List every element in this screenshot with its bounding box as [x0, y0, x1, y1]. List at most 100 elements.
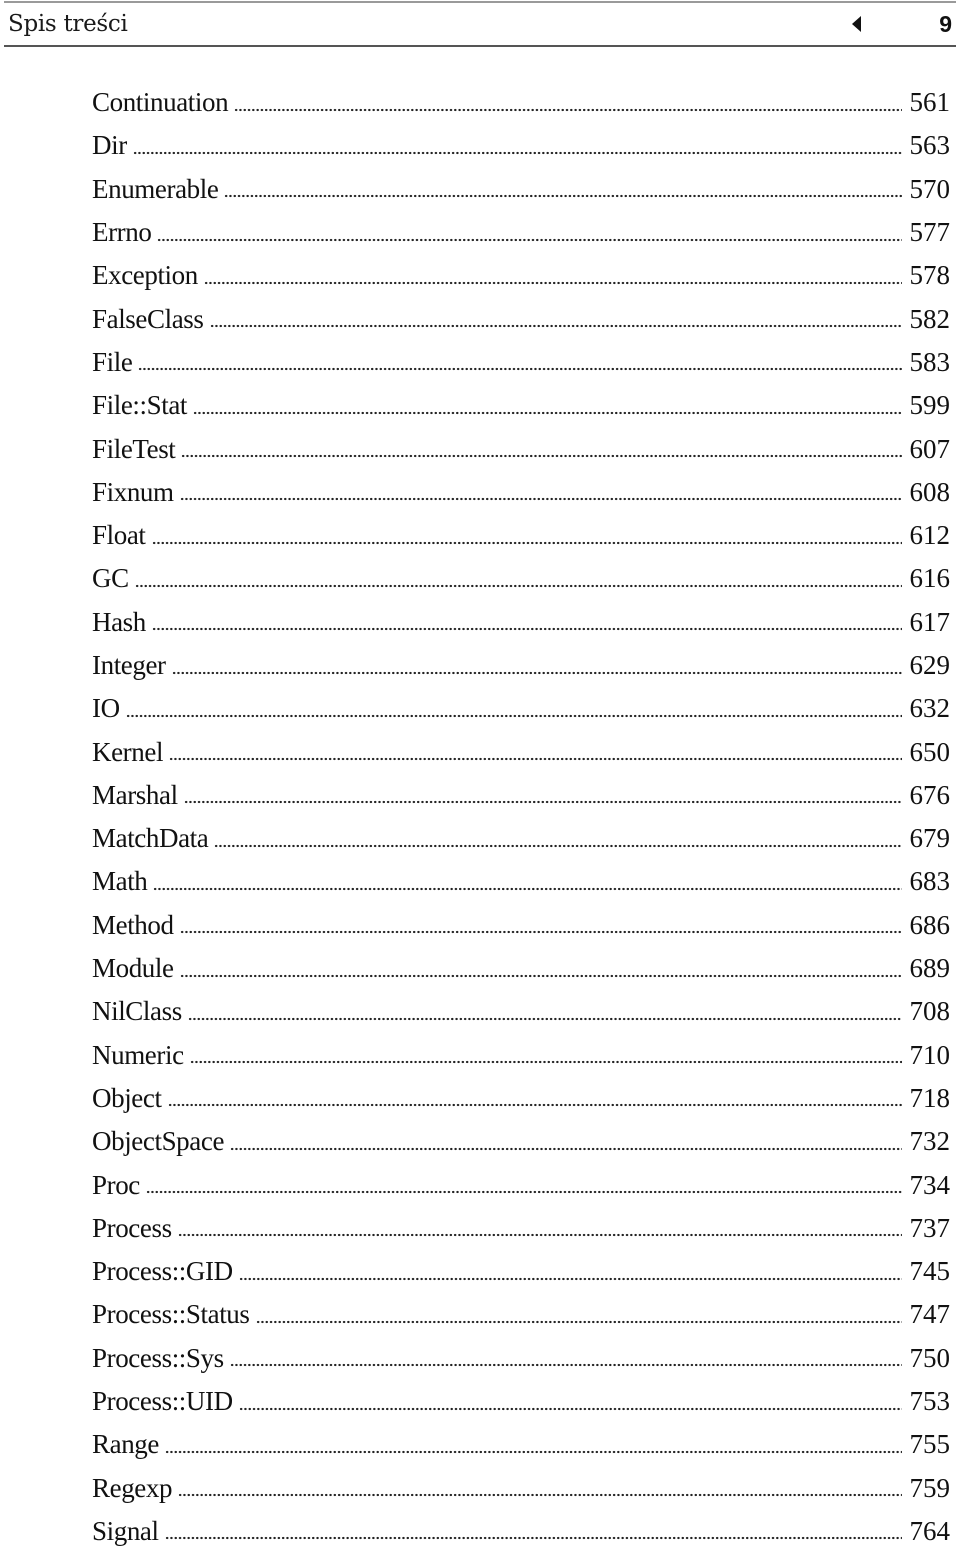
- toc-entry-page: 708: [909, 996, 951, 1027]
- toc-entry[interactable]: Math 683: [92, 860, 950, 903]
- toc-entry-page: 563: [909, 130, 951, 161]
- toc-entry[interactable]: Fixnum 608: [92, 471, 950, 514]
- toc-entry[interactable]: Process::Status 747: [92, 1293, 950, 1336]
- dot-leader: [181, 454, 902, 459]
- toc-entry-title: Module: [92, 953, 174, 984]
- toc-entry[interactable]: Process::GID 745: [92, 1250, 950, 1293]
- toc-entry[interactable]: Process 737: [92, 1207, 950, 1250]
- toc-entry-page: 599: [909, 390, 951, 421]
- toc-entry-page: 629: [909, 650, 951, 680]
- toc-entry[interactable]: FalseClass 582: [92, 297, 950, 340]
- toc-entry-page: 686: [909, 909, 951, 940]
- dot-leader: [153, 886, 902, 891]
- toc-entry[interactable]: GC 616: [92, 557, 950, 600]
- toc-entry-page: 577: [909, 217, 951, 248]
- toc-entry-page: 750: [909, 1342, 951, 1373]
- toc-entry-page: 710: [909, 1039, 951, 1070]
- toc-entry-page: 734: [909, 1169, 951, 1200]
- dot-leader: [169, 757, 902, 762]
- toc-entry-page: 582: [909, 303, 951, 334]
- toc-entry[interactable]: Marshal 676: [92, 774, 950, 817]
- toc-entry-title: FileTest: [92, 433, 176, 464]
- dot-leader: [203, 280, 902, 285]
- dot-leader: [189, 1060, 902, 1065]
- toc-entry[interactable]: Range 755: [92, 1423, 950, 1466]
- toc-entry-page: 764: [909, 1515, 951, 1546]
- toc-entry-title: Process::GID: [92, 1256, 233, 1287]
- toc-entry[interactable]: Object 718: [92, 1077, 950, 1120]
- toc-entry[interactable]: Float 612: [92, 514, 950, 557]
- toc-entry[interactable]: NilClass 708: [92, 990, 950, 1033]
- toc-entry-page: 561: [909, 87, 951, 118]
- toc-entry-title: Continuation: [92, 87, 229, 118]
- toc-entry-title: Dir: [92, 130, 127, 161]
- toc-entry-title: Hash: [92, 606, 146, 637]
- toc-entry-title: Fixnum: [92, 476, 174, 507]
- toc-entry-title: Object: [92, 1082, 162, 1113]
- toc-entry-page: 732: [909, 1126, 951, 1157]
- dot-leader: [187, 1016, 902, 1021]
- dot-leader: [230, 1146, 902, 1151]
- toc-entry-page: 608: [909, 476, 951, 507]
- toc-entry[interactable]: Dir 563: [92, 124, 950, 167]
- toc-entry-title: Process::Status: [92, 1299, 250, 1330]
- toc-entry-page: 689: [909, 953, 951, 984]
- toc-entry[interactable]: FileTest 607: [92, 427, 950, 470]
- toc-entry-title: Enumerable: [92, 173, 219, 204]
- top-border: [4, 1, 956, 3]
- toc-entry-title: ObjectSpace: [92, 1126, 225, 1157]
- dot-leader: [151, 540, 902, 545]
- toc-entry[interactable]: Regexp 759: [92, 1467, 950, 1510]
- toc-entry[interactable]: MatchData 679: [92, 817, 950, 860]
- dot-leader: [164, 1536, 902, 1541]
- toc-entry[interactable]: Numeric 710: [92, 1034, 950, 1077]
- toc-entry[interactable]: File::Stat 599: [92, 384, 950, 427]
- toc-entry[interactable]: Signal 764: [92, 1510, 950, 1553]
- toc-entry[interactable]: Enumerable 570: [92, 168, 950, 211]
- toc-entry-title: Integer: [92, 650, 166, 680]
- dot-leader: [157, 237, 902, 242]
- toc-entry[interactable]: Kernel 650: [92, 730, 950, 773]
- toc-entry[interactable]: Proc 734: [92, 1163, 950, 1206]
- dot-leader: [145, 1190, 902, 1195]
- toc-entry-title: IO: [92, 693, 120, 724]
- toc-entry[interactable]: Hash 617: [92, 601, 950, 644]
- toc-entry[interactable]: Method 686: [92, 904, 950, 947]
- dot-leader: [134, 583, 902, 588]
- toc-entry[interactable]: File 583: [92, 341, 950, 384]
- toc-entry-title: Regexp: [92, 1472, 173, 1503]
- toc-entry[interactable]: Process::UID 753: [92, 1380, 950, 1423]
- toc-entry[interactable]: ObjectSpace 732: [92, 1120, 950, 1163]
- toc-entry-title: GC: [92, 563, 129, 594]
- toc-entry-title: Kernel: [92, 736, 164, 767]
- dot-leader: [234, 107, 902, 112]
- toc-entry-page: 616: [909, 563, 951, 594]
- toc-entry[interactable]: Module 689: [92, 947, 950, 990]
- toc-entry[interactable]: IO 632: [92, 687, 950, 730]
- dot-leader: [179, 973, 902, 978]
- toc-entry[interactable]: Process::Sys 750: [92, 1337, 950, 1380]
- toc-entry[interactable]: Continuation 561: [92, 81, 950, 124]
- toc-entry-title: File: [92, 346, 133, 377]
- toc-entry-page: 607: [909, 433, 951, 464]
- toc-entry-title: Process: [92, 1212, 172, 1243]
- toc-entry-title: Float: [92, 520, 146, 551]
- toc-entry-page: 570: [909, 173, 951, 204]
- toc-entry[interactable]: Integer 629: [92, 644, 950, 687]
- dot-leader: [255, 1319, 902, 1324]
- toc-entry-page: 632: [909, 693, 951, 724]
- dot-leader: [171, 670, 902, 675]
- toc-entry-page: 753: [909, 1386, 951, 1417]
- toc-entry[interactable]: Exception 578: [92, 254, 950, 297]
- toc-entry-page: 679: [909, 823, 951, 854]
- toc-entry-title: NilClass: [92, 996, 182, 1027]
- toc-entry-page: 650: [909, 736, 951, 767]
- dot-leader: [167, 1103, 902, 1108]
- toc-entry-page: 737: [909, 1212, 951, 1243]
- toc-entry-page: 583: [909, 346, 951, 377]
- table-of-contents: Continuation 561 Dir 563 Enumerable 570 Errno 5…: [92, 81, 950, 1553]
- toc-entry[interactable]: Errno 577: [92, 211, 950, 254]
- dot-leader: [238, 1276, 902, 1281]
- toc-entry-page: 747: [909, 1299, 951, 1330]
- dot-leader: [177, 1233, 902, 1238]
